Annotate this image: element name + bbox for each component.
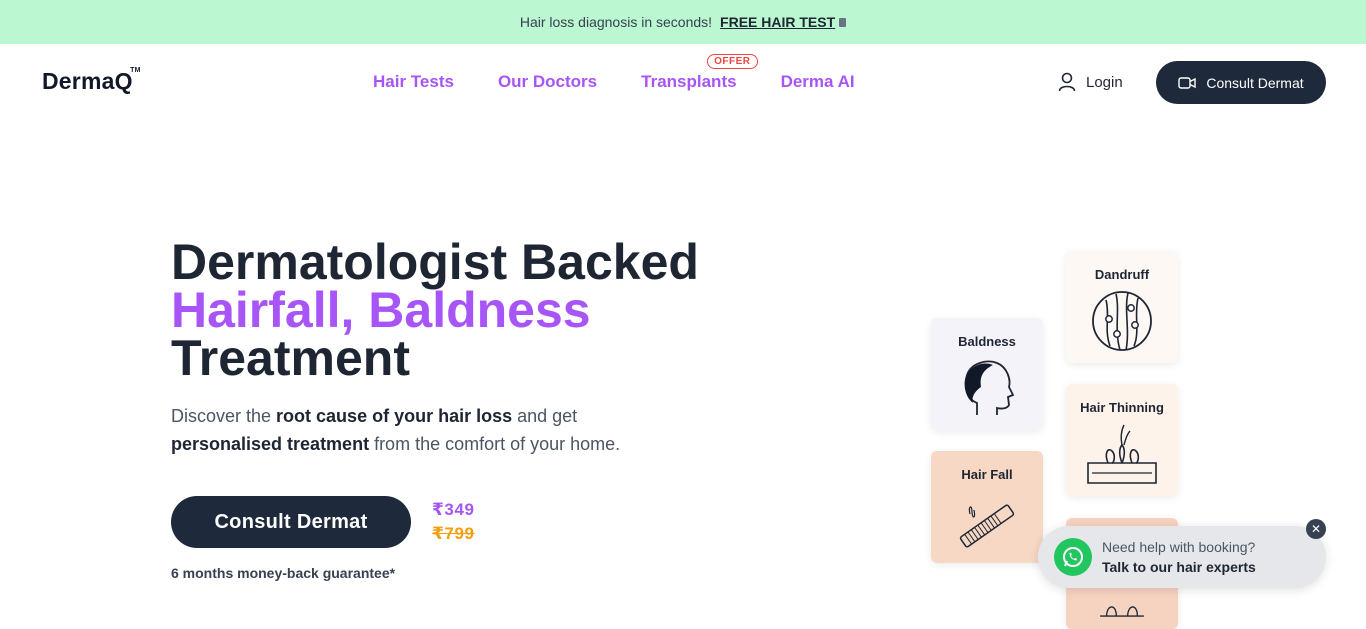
discounted-price: ₹349: [432, 500, 475, 519]
nav-transplants[interactable]: Transplants OFFER: [641, 54, 758, 92]
login-button[interactable]: Login: [1058, 72, 1123, 92]
nav-derma-ai[interactable]: Derma AI: [781, 72, 855, 92]
promo-banner: Hair loss diagnosis in seconds! FREE HAI…: [0, 0, 1366, 44]
promo-text: Hair loss diagnosis in seconds!: [519, 14, 713, 30]
consult-dermat-button[interactable]: Consult Dermat: [171, 496, 411, 548]
user-icon: [1058, 72, 1076, 92]
main-nav: Hair Tests Our Doctors Transplants OFFER…: [373, 54, 855, 92]
card-title: Baldness: [958, 334, 1016, 349]
comb-icon: [959, 504, 1015, 548]
subtitle-part: from the comfort of your home.: [369, 434, 621, 454]
logo[interactable]: DermaQ TM: [42, 67, 140, 95]
money-back-guarantee: 6 months money-back guarantee*: [171, 565, 396, 581]
card-hair-fall[interactable]: Hair Fall: [931, 451, 1043, 563]
dandruff-scalp-icon: [1092, 291, 1152, 351]
nav-transplants-label: Transplants: [641, 72, 737, 91]
subtitle-bold: root cause of your hair loss: [276, 406, 513, 426]
subtitle-part: Discover the: [171, 406, 277, 426]
card-title: Hair Fall: [961, 467, 1013, 482]
whatsapp-icon: [1054, 538, 1092, 576]
login-label: Login: [1086, 73, 1123, 91]
logo-trademark: TM: [130, 67, 141, 74]
card-dandruff[interactable]: Dandruff: [1066, 251, 1178, 363]
offer-badge: OFFER: [707, 54, 758, 69]
nav-our-doctors[interactable]: Our Doctors: [498, 72, 597, 92]
hero-title: Dermatologist Backed Hairfall, Baldness …: [171, 237, 699, 383]
original-price: ₹799: [432, 524, 475, 543]
card-baldness[interactable]: Baldness: [931, 318, 1043, 430]
card-title: Hair Thinning: [1080, 400, 1164, 415]
chat-help-text: Need help with booking?: [1102, 539, 1256, 555]
free-hair-test-link[interactable]: FREE HAIR TEST: [720, 14, 835, 30]
card-hair-thinning[interactable]: Hair Thinning: [1066, 384, 1178, 496]
chat-experts-text: Talk to our hair experts: [1102, 559, 1256, 575]
site-header: DermaQ TM Hair Tests Our Doctors Transpl…: [0, 44, 1366, 120]
clipboard-icon: [839, 17, 847, 27]
subtitle-part: and get: [512, 406, 578, 426]
logo-text: DermaQ: [42, 68, 133, 94]
card-title: Dandruff: [1094, 267, 1150, 282]
hero-subtitle: Discover the root cause of your hair los…: [171, 402, 671, 458]
nav-hair-tests[interactable]: Hair Tests: [373, 72, 454, 92]
whatsapp-chat-widget[interactable]: Need help with booking? Talk to our hair…: [1038, 526, 1326, 588]
consult-dermat-header-label: Consult Dermat: [1206, 74, 1304, 91]
subtitle-bold: personalised treatment: [171, 434, 370, 454]
consult-dermat-header-button[interactable]: Consult Dermat: [1156, 61, 1326, 104]
video-camera-icon: [1178, 76, 1197, 89]
hero-title-line3: Treatment: [171, 330, 410, 386]
bald-head-icon: [964, 360, 1015, 415]
hair-follicle-icon: [1087, 424, 1157, 484]
close-icon[interactable]: ✕: [1306, 519, 1326, 539]
